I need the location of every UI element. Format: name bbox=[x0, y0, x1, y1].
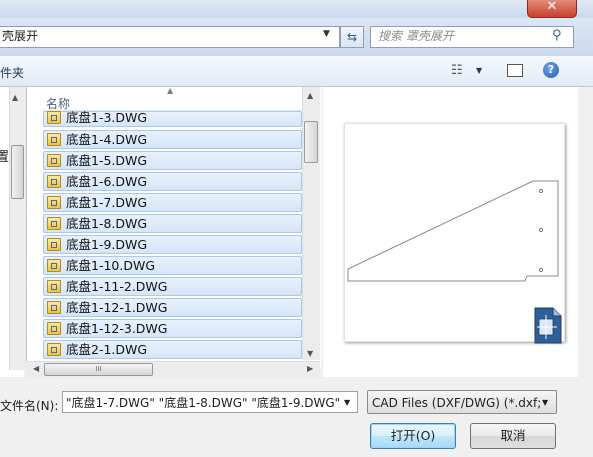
toolbar bbox=[0, 56, 593, 87]
list-item[interactable]: 底盘1-8.DWG bbox=[43, 214, 302, 233]
file-name: 底盘1-11-2.DWG bbox=[66, 279, 168, 294]
file-name: 底盘1-5.DWG bbox=[66, 153, 148, 168]
drawing-preview bbox=[344, 123, 565, 342]
dwg-file-icon bbox=[47, 154, 61, 167]
dwg-file-icon bbox=[47, 111, 61, 124]
file-name: 底盘1-3.DWG bbox=[66, 110, 148, 125]
file-name: 底盘1-4.DWG bbox=[66, 132, 148, 147]
chevron-down-icon[interactable]: ▼ bbox=[344, 398, 350, 407]
refresh-button[interactable]: ⇆ bbox=[340, 26, 364, 48]
cad-file-icon bbox=[533, 307, 563, 344]
scroll-down-icon[interactable]: ▼ bbox=[307, 349, 313, 358]
cancel-button[interactable]: 取消 bbox=[470, 423, 556, 449]
list-item[interactable]: 底盘1-12-1.DWG bbox=[43, 298, 302, 317]
dwg-file-icon bbox=[47, 196, 61, 209]
filename-label: 文件名(N): bbox=[0, 399, 59, 413]
dwg-file-icon bbox=[47, 259, 61, 272]
chevron-down-icon[interactable]: ▼ bbox=[476, 66, 482, 75]
horizontal-scroll-thumb[interactable]: III bbox=[44, 363, 153, 376]
help-icon[interactable]: ? bbox=[543, 62, 559, 78]
nav-scroll-thumb[interactable] bbox=[11, 145, 24, 199]
nav-scrollbar[interactable] bbox=[9, 87, 26, 370]
list-item[interactable]: 底盘1-7.DWG bbox=[43, 193, 302, 212]
file-name: 底盘1-10.DWG bbox=[66, 258, 156, 273]
vertical-scroll-thumb[interactable] bbox=[304, 121, 318, 163]
scroll-left-icon[interactable]: ◀ bbox=[33, 364, 39, 373]
list-item[interactable]: 底盘1-6.DWG bbox=[43, 172, 302, 191]
list-item[interactable]: 底盘1-9.DWG bbox=[43, 235, 302, 254]
scroll-up-icon[interactable]: ▲ bbox=[307, 91, 313, 100]
file-name: 底盘1-8.DWG bbox=[66, 216, 148, 231]
view-list-icon[interactable]: ☷ bbox=[451, 63, 463, 78]
address-path: 壳展开 bbox=[2, 29, 39, 43]
file-name: 底盘1-9.DWG bbox=[66, 237, 148, 252]
list-item[interactable]: 底盘1-11-2.DWG bbox=[43, 277, 302, 296]
chevron-down-icon[interactable]: ▼ bbox=[323, 29, 330, 39]
dwg-file-icon bbox=[47, 175, 61, 188]
file-name: 底盘1-7.DWG bbox=[66, 195, 148, 210]
list-item[interactable]: 底盘1-12-3.DWG bbox=[43, 319, 302, 338]
dwg-file-icon bbox=[47, 133, 61, 146]
close-button[interactable]: ✕ bbox=[527, 0, 577, 18]
dwg-file-icon bbox=[47, 301, 61, 314]
scroll-up-icon[interactable]: ▲ bbox=[12, 93, 18, 102]
open-button[interactable]: 打开(O) bbox=[370, 423, 456, 449]
dwg-file-icon bbox=[47, 280, 61, 293]
address-bar[interactable] bbox=[0, 26, 340, 48]
search-icon[interactable]: ⚲ bbox=[552, 28, 562, 43]
new-folder-button[interactable]: 件夹 bbox=[0, 64, 24, 81]
filename-value[interactable]: "底盘1-7.DWG" "底盘1-8.DWG" "底盘1-9.DWG" bbox=[66, 395, 340, 411]
list-item[interactable]: 底盘1-3.DWG bbox=[43, 110, 302, 127]
list-item[interactable]: 底盘1-10.DWG bbox=[43, 256, 302, 275]
dwg-file-icon bbox=[47, 217, 61, 230]
file-name: 底盘2-1.DWG bbox=[66, 342, 148, 357]
file-name: 底盘1-6.DWG bbox=[66, 174, 148, 189]
dwg-file-icon bbox=[47, 343, 61, 356]
list-item[interactable]: 底盘1-4.DWG bbox=[43, 130, 302, 149]
drawing-thumbnail bbox=[347, 180, 559, 282]
refresh-icon: ⇆ bbox=[346, 30, 358, 44]
dwg-file-icon bbox=[47, 322, 61, 335]
sort-ascending-icon: ▲ bbox=[167, 86, 174, 95]
list-item[interactable]: 底盘2-1.DWG bbox=[43, 340, 302, 359]
dwg-file-icon bbox=[47, 238, 61, 251]
title-bar bbox=[0, 0, 593, 18]
search-placeholder: 搜索 罩壳展开 bbox=[378, 29, 454, 43]
preview-pane-icon[interactable] bbox=[507, 64, 523, 77]
file-name: 底盘1-12-3.DWG bbox=[66, 321, 168, 336]
file-name: 底盘1-12-1.DWG bbox=[66, 300, 168, 315]
list-item[interactable]: 底盘1-5.DWG bbox=[43, 151, 302, 170]
scroll-right-icon[interactable]: ▶ bbox=[307, 364, 313, 373]
chevron-down-icon[interactable]: ▼ bbox=[542, 398, 548, 407]
file-type-value[interactable]: CAD Files (DXF/DWG) (*.dxf; bbox=[372, 395, 541, 411]
nav-item-partial[interactable]: 置 bbox=[0, 146, 9, 165]
